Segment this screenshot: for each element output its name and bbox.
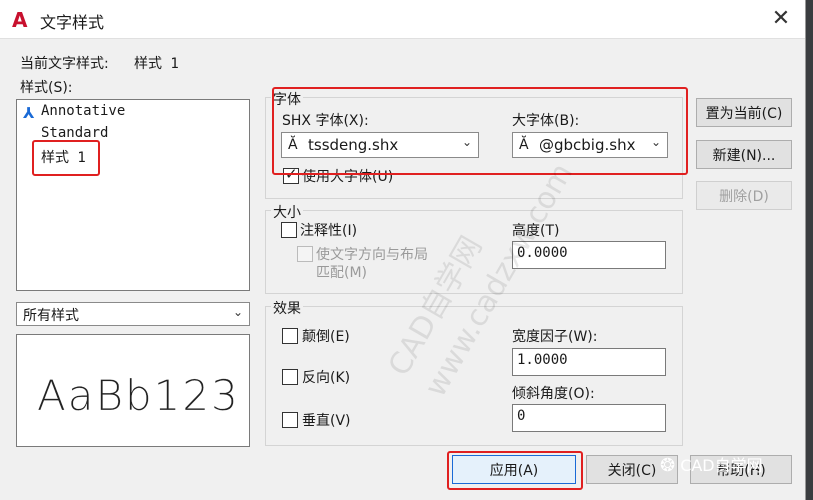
width-factor-label: 宽度因子(W): — [512, 329, 598, 345]
match-orientation-label-2: 匹配(M) — [316, 265, 368, 281]
height-label: 高度(T) — [512, 223, 560, 239]
current-style-label: 当前文字样式: — [20, 56, 109, 72]
vertical-label: 垂直(V) — [302, 413, 351, 429]
height-value: 0.0000 — [517, 245, 568, 261]
window-title: 文字样式 — [40, 13, 105, 32]
annotative-label: 注释性(I) — [300, 223, 358, 239]
shx-font-select[interactable]: Ă tssdeng.shx ⌄ — [281, 132, 479, 158]
effects-group-title: 效果 — [271, 298, 303, 318]
apply-button[interactable]: 应用(A) — [452, 455, 576, 484]
upside-down-label: 颠倒(E) — [302, 329, 350, 345]
text-style-dialog: A 文字样式 ✕ 当前文字样式: 样式 1 样式(S): ⅄ Annotativ… — [0, 0, 806, 500]
annotative-checkbox[interactable] — [281, 222, 297, 238]
styles-listbox[interactable]: ⅄ Annotative Standard 样式 1 — [16, 99, 250, 291]
height-input[interactable]: 0.0000 — [512, 241, 666, 269]
use-big-font-checkbox[interactable]: ✓ — [283, 165, 299, 184]
backwards-label: 反向(K) — [302, 370, 351, 386]
set-current-button[interactable]: 置为当前(C) — [696, 98, 792, 127]
style-filter-value: 所有样式 — [23, 308, 79, 324]
width-factor-value: 1.0000 — [517, 352, 568, 368]
title-bar: A 文字样式 ✕ — [0, 0, 805, 39]
delete-button[interactable]: 删除(D) — [696, 181, 792, 210]
current-style-value: 样式 1 — [134, 56, 179, 72]
font-group-title: 字体 — [271, 89, 303, 109]
checkmark-icon: ✓ — [285, 165, 298, 183]
styles-label: 样式(S): — [20, 80, 73, 96]
big-font-value: @gbcbig.shx — [539, 136, 636, 154]
chevron-down-icon: ⌄ — [650, 135, 661, 149]
use-big-font-label: 使用大字体(U) — [302, 169, 394, 185]
shx-font-icon: Ă — [288, 137, 298, 153]
width-factor-input[interactable]: 1.0000 — [512, 348, 666, 376]
oblique-angle-input[interactable]: 0 — [512, 404, 666, 432]
backwards-checkbox[interactable] — [282, 369, 298, 385]
list-item-annotative[interactable]: Annotative — [41, 103, 125, 119]
shx-font-label: SHX 字体(X): — [282, 113, 369, 129]
chevron-down-icon: ⌄ — [232, 305, 243, 319]
big-font-select[interactable]: Ă @gbcbig.shx ⌄ — [512, 132, 668, 158]
style-filter-select[interactable]: 所有样式 ⌄ — [16, 302, 250, 326]
vertical-checkbox[interactable] — [282, 412, 298, 428]
preview-text: AaBb123 — [37, 371, 240, 420]
wechat-icon: ❂ — [660, 455, 676, 476]
big-font-label: 大字体(B): — [512, 113, 580, 129]
annotative-icon: ⅄ — [23, 104, 35, 122]
list-item-style-1[interactable]: 样式 1 — [41, 147, 86, 167]
oblique-angle-value: 0 — [517, 408, 526, 424]
match-orientation-label-1: 使文字方向与布局 — [316, 247, 428, 263]
wechat-watermark: ❂ CAD自学网 — [660, 455, 763, 476]
list-item-standard[interactable]: Standard — [41, 125, 108, 141]
autocad-logo-icon: A — [12, 8, 28, 32]
shx-font-value: tssdeng.shx — [308, 136, 399, 154]
match-orientation-checkbox[interactable] — [297, 246, 313, 262]
size-group-title: 大小 — [271, 202, 303, 222]
close-icon[interactable]: ✕ — [769, 7, 793, 31]
preview-box: AaBb123 — [16, 334, 250, 447]
new-button[interactable]: 新建(N)... — [696, 140, 792, 169]
chevron-down-icon: ⌄ — [461, 135, 472, 149]
upside-down-checkbox[interactable] — [282, 328, 298, 344]
big-font-icon: Ă — [519, 137, 529, 153]
oblique-angle-label: 倾斜角度(O): — [512, 386, 595, 402]
